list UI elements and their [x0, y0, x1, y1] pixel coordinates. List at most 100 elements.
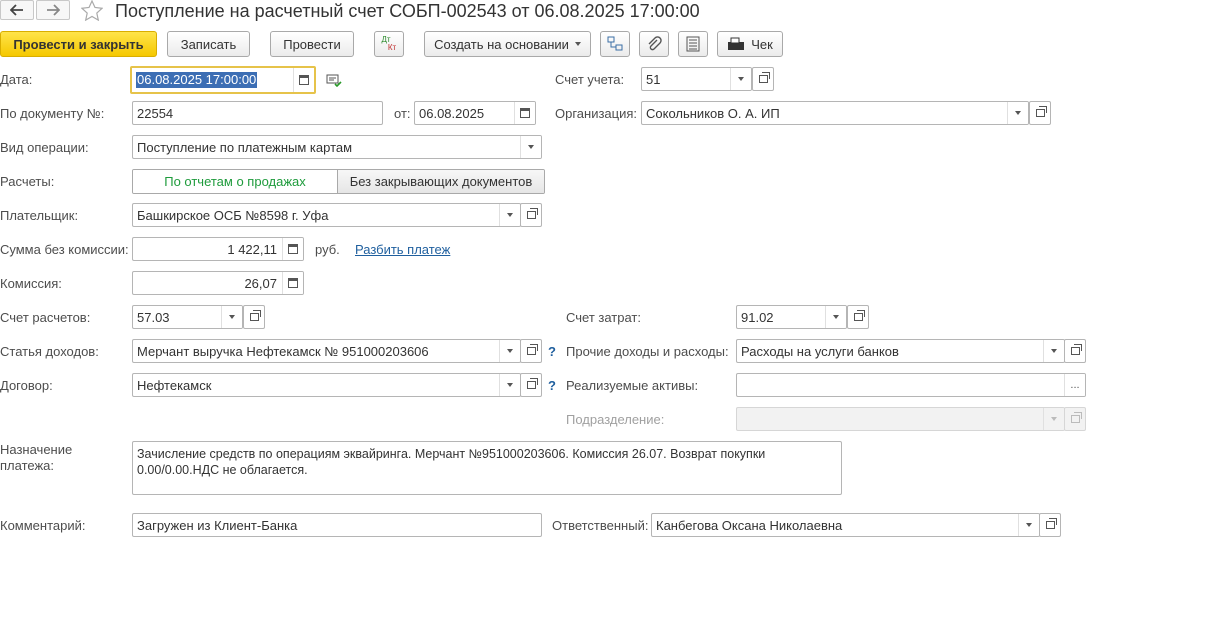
amount-field[interactable]: 1 422,11 — [132, 237, 304, 261]
settlement-account-dropdown-button[interactable] — [221, 306, 242, 328]
doc-from-label: от: — [394, 106, 411, 121]
date-value: 06.08.2025 17:00:00 — [137, 72, 257, 87]
other-income-open-button[interactable] — [1064, 339, 1086, 363]
calculator-icon — [288, 278, 298, 288]
settlements-label: Расчеты: — [0, 174, 55, 189]
department-dropdown-button — [1043, 408, 1064, 430]
open-form-icon — [526, 208, 538, 219]
post-button[interactable]: Провести — [270, 31, 354, 57]
chevron-down-icon — [1051, 417, 1057, 421]
purpose-textarea[interactable]: Зачисление средств по операциям эквайрин… — [132, 441, 842, 495]
income-item-help-icon[interactable]: ? — [548, 344, 556, 359]
forward-arrow-icon — [47, 4, 60, 16]
operation-type-value: Поступление по платежным картам — [137, 140, 353, 155]
open-form-icon — [1045, 518, 1057, 529]
income-item-field[interactable]: Мерчант выручка Нефтекамск № 95100020360… — [132, 339, 521, 363]
commission-value: 26,07 — [244, 276, 277, 291]
doc-from-calendar-button[interactable] — [514, 102, 535, 124]
income-item-dropdown-button[interactable] — [499, 340, 520, 362]
chevron-down-icon — [528, 145, 534, 149]
organization-field[interactable]: Сокольников О. А. ИП — [641, 101, 1029, 125]
create-based-on-button[interactable]: Создать на основании — [424, 31, 591, 57]
date-field[interactable]: 06.08.2025 17:00:00 — [130, 66, 316, 94]
sold-assets-field[interactable]: ... — [736, 373, 1086, 397]
other-income-field[interactable]: Расходы на услуги банков — [736, 339, 1065, 363]
payer-label: Плательщик: — [0, 208, 79, 223]
operation-type-label: Вид операции: — [0, 140, 89, 155]
contract-help-icon[interactable]: ? — [548, 378, 556, 393]
purpose-label-line2: платежа: — [0, 458, 54, 473]
contract-open-button[interactable] — [520, 373, 542, 397]
open-form-icon — [249, 310, 261, 321]
chevron-down-icon — [507, 383, 513, 387]
doc-from-field[interactable]: 06.08.2025 — [414, 101, 536, 125]
date-calendar-button[interactable] — [293, 68, 314, 92]
contract-field[interactable]: Нефтекамск — [132, 373, 521, 397]
forward-button[interactable] — [36, 0, 70, 20]
open-form-icon — [1035, 106, 1047, 117]
contract-dropdown-button[interactable] — [499, 374, 520, 396]
list-button[interactable] — [678, 31, 708, 57]
save-button[interactable]: Записать — [167, 31, 250, 57]
doc-number-value: 22554 — [137, 106, 174, 121]
comment-field[interactable]: Загружен из Клиент-Банка — [132, 513, 542, 537]
other-income-label: Прочие доходы и расходы: — [566, 344, 729, 359]
open-form-icon — [526, 378, 538, 389]
open-form-icon — [758, 72, 770, 83]
chevron-down-icon — [1026, 523, 1032, 527]
split-payment-link[interactable]: Разбить платеж — [355, 242, 450, 258]
responsible-dropdown-button[interactable] — [1018, 514, 1039, 536]
settlements-toggle: По отчетам о продажах Без закрывающих до… — [132, 169, 545, 194]
amount-value: 1 422,11 — [227, 242, 277, 257]
settlement-account-field[interactable]: 57.03 — [132, 305, 243, 329]
back-button[interactable] — [0, 0, 34, 20]
responsible-open-button[interactable] — [1039, 513, 1061, 537]
settlements-option-sales-reports[interactable]: По отчетам о продажах — [133, 170, 338, 193]
income-item-open-button[interactable] — [520, 339, 542, 363]
expense-account-field[interactable]: 91.02 — [736, 305, 847, 329]
responsible-field[interactable]: Канбегова Оксана Николаевна — [651, 513, 1040, 537]
account-label: Счет учета: — [555, 72, 625, 87]
income-item-label: Статья доходов: — [0, 344, 99, 359]
commission-field[interactable]: 26,07 — [132, 271, 304, 295]
account-value: 51 — [646, 72, 661, 87]
payer-dropdown-button[interactable] — [499, 204, 520, 226]
doc-number-label: По документу №: — [0, 106, 105, 121]
purpose-text-line1: Зачисление средств по операциям эквайрин… — [137, 447, 766, 461]
organization-dropdown-button[interactable] — [1007, 102, 1028, 124]
purpose-text-line2: 0.00/0.00.НДС не облагается. — [137, 463, 308, 477]
settlement-account-open-button[interactable] — [243, 305, 265, 329]
structure-button[interactable] — [600, 31, 630, 57]
expense-account-dropdown-button[interactable] — [825, 306, 846, 328]
receipt-icon — [728, 37, 745, 50]
post-and-close-button[interactable]: Провести и закрыть — [0, 31, 157, 57]
department-label: Подразделение: — [566, 412, 665, 427]
settlements-option-no-closing-docs[interactable]: Без закрывающих документов — [338, 170, 544, 193]
account-open-button[interactable] — [752, 67, 774, 91]
amount-calculator-button[interactable] — [282, 238, 303, 260]
payer-value: Башкирское ОСБ №8598 г. Уфа — [137, 208, 329, 223]
dtkt-button[interactable]: Дт Кт — [374, 31, 404, 57]
account-dropdown-button[interactable] — [730, 68, 751, 90]
commission-calculator-button[interactable] — [282, 272, 303, 294]
operation-type-field[interactable]: Поступление по платежным картам — [132, 135, 542, 159]
doc-number-field[interactable]: 22554 — [132, 101, 383, 125]
sold-assets-select-button[interactable]: ... — [1064, 374, 1085, 396]
open-form-icon — [853, 310, 865, 321]
amount-label: Сумма без комиссии: — [0, 242, 129, 257]
operation-type-dropdown-button[interactable] — [520, 136, 541, 158]
history-button[interactable] — [326, 73, 342, 90]
payer-open-button[interactable] — [520, 203, 542, 227]
other-income-dropdown-button[interactable] — [1043, 340, 1064, 362]
list-icon — [686, 36, 700, 52]
attachments-button[interactable] — [639, 31, 669, 57]
responsible-value: Канбегова Оксана Николаевна — [656, 518, 843, 533]
account-field[interactable]: 51 — [641, 67, 752, 91]
organization-open-button[interactable] — [1029, 101, 1051, 125]
favorite-star-button[interactable] — [80, 0, 104, 24]
expense-account-open-button[interactable] — [847, 305, 869, 329]
open-form-icon — [526, 344, 538, 355]
payer-field[interactable]: Башкирское ОСБ №8598 г. Уфа — [132, 203, 521, 227]
calculator-icon — [288, 244, 298, 254]
receipt-button[interactable]: Чек — [717, 31, 783, 57]
